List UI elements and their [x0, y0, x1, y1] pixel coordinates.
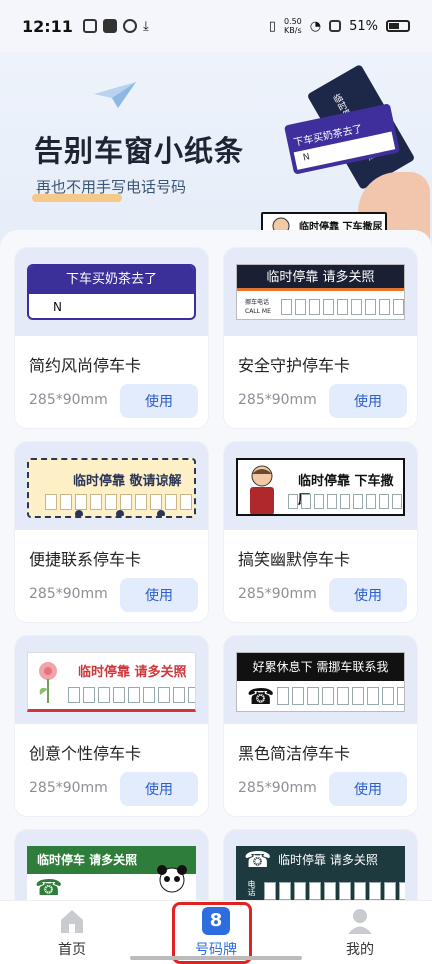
- preview-sub1: 挪车电话: [245, 299, 270, 306]
- card-green[interactable]: 临时停车 请多关照 ☎: [15, 830, 208, 900]
- preview-text: 下车买奶茶去了: [29, 266, 194, 294]
- card-creative[interactable]: 临时停靠 请多关照 创意个性停车卡 285*90mm 使用: [15, 636, 208, 816]
- preview-text: 好累休息下 需挪车联系我: [237, 653, 404, 681]
- preview-sub: 电话: [247, 880, 256, 896]
- card-size: 285*90mm: [238, 780, 317, 796]
- status-time: 12:11: [22, 16, 73, 36]
- preview-text: 临时停靠 敬请谅解: [73, 474, 182, 489]
- card-simple[interactable]: 下车买奶茶去了 N 简约风尚停车卡 285*90mm 使用: [15, 248, 208, 428]
- user-icon: [348, 908, 372, 934]
- shield-notification-icon: [122, 19, 137, 33]
- preview-text: 临时停靠 请多关照: [237, 265, 404, 291]
- card-name: 便捷联系停车卡: [29, 550, 142, 569]
- card-preview: 临时停靠 请多关照 挪车电话 CALL ME: [224, 248, 417, 336]
- plate-icon: 8: [202, 906, 230, 935]
- use-button[interactable]: 使用: [120, 384, 198, 418]
- app-notification-icon: [82, 19, 97, 33]
- card-size: 285*90mm: [29, 780, 108, 796]
- card-dark[interactable]: ☎ 临时停靠 请多关照 电话: [224, 830, 417, 900]
- phone-icon: ☎: [35, 876, 63, 900]
- bottom-tab-bar: 首页 8 号码牌 我的: [0, 900, 432, 964]
- card-size: 285*90mm: [29, 586, 108, 602]
- tab-mine[interactable]: 我的: [288, 901, 432, 964]
- card-list-panel: 下车买奶茶去了 N 简约风尚停车卡 285*90mm 使用 临时停靠 请多关照 …: [0, 230, 432, 900]
- net-speed: 0.50 KB/s: [284, 17, 302, 35]
- preview-text: 临时停靠 请多关照: [78, 665, 187, 680]
- preview-sub2: CALL ME: [245, 308, 271, 315]
- use-button[interactable]: 使用: [120, 578, 198, 612]
- card-preview: 临时停靠 下车撒尿: [224, 442, 417, 530]
- home-indicator: [130, 956, 302, 960]
- card-size: 285*90mm: [238, 392, 317, 408]
- use-button[interactable]: 使用: [120, 772, 198, 806]
- preview-sub: N: [53, 300, 62, 314]
- home-icon: [61, 909, 83, 933]
- card-preview: 临时停车 请多关照 ☎: [15, 830, 208, 900]
- wifi-icon: ◔: [309, 18, 322, 34]
- sim-icon: [329, 20, 342, 32]
- card-name: 创意个性停车卡: [29, 744, 142, 763]
- card-safety[interactable]: 临时停靠 请多关照 挪车电话 CALL ME 安全守护停车卡 285*90mm 使…: [224, 248, 417, 428]
- tab-plate[interactable]: 8 号码牌: [144, 901, 288, 964]
- vibrate-icon: ▯: [268, 18, 276, 34]
- notification-icons: ⤓: [82, 18, 149, 34]
- card-name: 简约风尚停车卡: [29, 356, 142, 375]
- paper-plane-icon: [94, 82, 136, 108]
- download-icon: ⤓: [142, 18, 149, 34]
- phone-icon: ☎: [247, 685, 275, 710]
- card-preview: 临时停靠 敬请谅解: [15, 442, 208, 530]
- use-button[interactable]: 使用: [329, 384, 407, 418]
- card-size: 285*90mm: [238, 586, 317, 602]
- card-name: 安全守护停车卡: [238, 356, 351, 375]
- battery-percent: 51%: [349, 18, 378, 34]
- hero-title: 告别车窗小纸条: [34, 134, 245, 168]
- card-name: 黑色简洁停车卡: [238, 744, 351, 763]
- tab-mine-label: 我的: [346, 941, 374, 958]
- card-name: 搞笑幽默停车卡: [238, 550, 351, 569]
- phone-icon: ☎: [244, 848, 272, 873]
- panda-icon: [157, 865, 187, 893]
- use-button[interactable]: 使用: [329, 578, 407, 612]
- play-notification-icon: [102, 19, 117, 33]
- hero-card-purple-sub: N: [302, 152, 311, 164]
- man-illustration: [250, 465, 274, 514]
- preview-sub: 挪车电话 CALL ME: [245, 298, 271, 316]
- card-black[interactable]: 好累休息下 需挪车联系我 ☎ 黑色简洁停车卡 285*90mm 使用: [224, 636, 417, 816]
- card-preview: 临时停靠 请多关照: [15, 636, 208, 724]
- card-convenient[interactable]: 临时停靠 敬请谅解 便捷联系停车卡 285*90mm 使用: [15, 442, 208, 622]
- use-button[interactable]: 使用: [329, 772, 407, 806]
- card-preview: 好累休息下 需挪车联系我 ☎: [224, 636, 417, 724]
- net-speed-unit: KB/s: [284, 26, 302, 35]
- status-right: ▯ 0.50 KB/s ◔ 51%: [269, 17, 410, 35]
- status-bar: 12:11 ⤓ ▯ 0.50 KB/s ◔ 51%: [0, 0, 432, 52]
- net-speed-value: 0.50: [283, 17, 302, 26]
- card-funny[interactable]: 临时停靠 下车撒尿 搞笑幽默停车卡 285*90mm 使用: [224, 442, 417, 622]
- hero-subtitle: 再也不用手写电话号码: [36, 178, 187, 196]
- card-preview: 下车买奶茶去了 N: [15, 248, 208, 336]
- hero-illustration: 临时停靠 请多关照 下车买奶茶去了 N 临时停靠 下车撒尿: [258, 62, 432, 256]
- flower-icon: [39, 662, 57, 703]
- card-preview: ☎ 临时停靠 请多关照 电话: [224, 830, 417, 900]
- tab-home-label: 首页: [58, 941, 86, 958]
- hero-banner: 告别车窗小纸条 再也不用手写电话号码 临时停靠 请多关照 下车买奶茶去了 N 临…: [0, 52, 432, 256]
- battery-icon: [386, 20, 410, 32]
- tab-home[interactable]: 首页: [0, 901, 144, 964]
- card-size: 285*90mm: [29, 392, 108, 408]
